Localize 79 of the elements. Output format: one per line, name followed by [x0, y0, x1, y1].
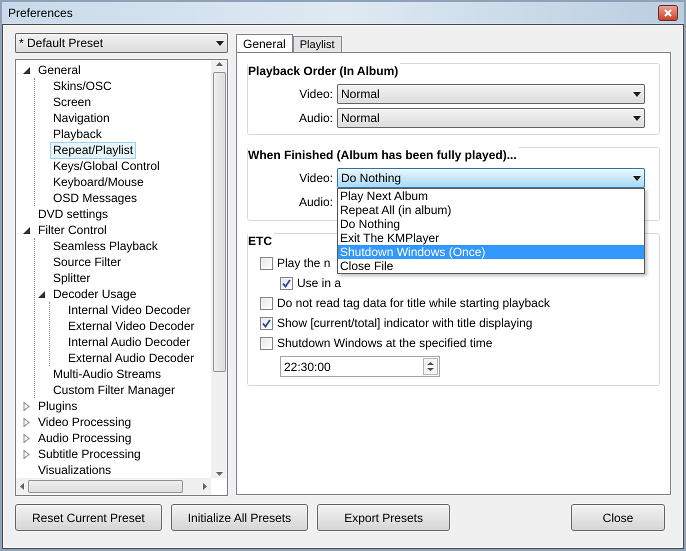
tree-item[interactable]: Video Processing — [35, 414, 134, 430]
tree-item[interactable]: General — [35, 62, 84, 78]
expanded-arrow-icon[interactable] — [38, 290, 44, 298]
checkbox[interactable] — [260, 296, 273, 310]
field-label: Video: — [299, 86, 333, 103]
tree-item[interactable]: Keyboard/Mouse — [50, 174, 147, 190]
tree-item[interactable]: Audio Processing — [35, 430, 134, 446]
checkmark-icon — [262, 318, 271, 328]
close-icon — [664, 9, 672, 17]
dropdown[interactable]: * Default Preset — [15, 33, 228, 53]
dropdown[interactable]: Normal — [337, 84, 645, 104]
dropdown-option[interactable]: Close File — [338, 259, 644, 273]
tree-item[interactable]: Source Filter — [50, 254, 124, 270]
group-title: Playback Order (In Album) — [248, 62, 400, 80]
checkbox-label: Shutdown Windows at the specified time — [277, 335, 492, 352]
dropdown-option[interactable]: Repeat All (in album) — [338, 203, 644, 217]
scroll-left-icon[interactable] — [20, 483, 24, 490]
scroll-thumb[interactable] — [28, 480, 183, 493]
checkbox[interactable] — [260, 256, 273, 270]
spinner-icon[interactable] — [423, 358, 438, 375]
tree-item[interactable]: Subtitle Processing — [35, 446, 144, 462]
tree-item[interactable]: Decoder Usage — [50, 286, 140, 302]
horizontal-scrollbar[interactable] — [16, 478, 211, 495]
checkbox-label: Do not read tag data for title while starting playback — [277, 295, 550, 312]
checkbox[interactable] — [260, 336, 273, 350]
checkbox-label: Play the n — [277, 255, 330, 272]
tree-item[interactable]: Multi-Audio Streams — [50, 366, 164, 382]
checkbox[interactable] — [260, 316, 273, 330]
scroll-thumb[interactable] — [212, 72, 226, 372]
tab[interactable]: General — [236, 34, 293, 53]
tree-item[interactable]: Navigation — [50, 110, 113, 126]
scroll-down-icon[interactable] — [216, 472, 222, 476]
scroll-right-icon[interactable] — [203, 483, 207, 490]
caret-icon — [216, 40, 224, 46]
tree-item[interactable]: Plugins — [35, 398, 80, 414]
tree-item[interactable]: Visualizations — [35, 462, 114, 478]
tree-item[interactable]: Skins/OSC — [50, 78, 115, 94]
scroll-up-icon[interactable] — [216, 62, 222, 66]
tree-item[interactable]: Playback — [50, 126, 105, 142]
close-button[interactable] — [658, 5, 678, 21]
caret-icon — [633, 92, 641, 96]
tree-item[interactable]: DVD settings — [35, 206, 112, 222]
footer-button[interactable]: Initialize All Presets — [170, 504, 308, 531]
tree-item[interactable]: Internal Audio Decoder — [65, 334, 194, 350]
tree-item[interactable]: Screen — [50, 94, 94, 110]
field-label: Audio: — [298, 110, 333, 127]
expanded-arrow-icon[interactable] — [22, 226, 30, 234]
time-field[interactable]: 22:30:00 — [280, 356, 440, 377]
dropdown[interactable]: Do Nothing — [337, 168, 645, 188]
footer-button[interactable]: Reset Current Preset — [15, 504, 162, 531]
tree-item[interactable]: Custom Filter Manager — [50, 382, 178, 398]
tab[interactable]: Playlist — [292, 36, 342, 52]
dropdown-option[interactable]: Play Next Album — [338, 189, 644, 203]
dropdown[interactable]: Normal — [337, 108, 645, 128]
tree-item[interactable]: Internal Video Decoder — [65, 302, 194, 318]
tree-item[interactable]: External Audio Decoder — [65, 350, 198, 366]
tree-item[interactable]: OSD Messages — [50, 190, 140, 206]
caret-icon — [633, 176, 641, 180]
dropdown-option[interactable]: Do Nothing — [338, 217, 644, 231]
field-label: Audio: — [298, 194, 333, 211]
field-label: Video: — [299, 170, 333, 187]
checkmark-icon — [282, 278, 291, 288]
caret-icon — [633, 116, 641, 120]
tree-item[interactable]: Repeat/Playlist — [50, 142, 136, 158]
window-title: Preferences — [8, 5, 73, 22]
checkbox-label: Show [current/total] indicator with title displaying — [277, 315, 532, 332]
tree-item[interactable]: Splitter — [50, 270, 94, 286]
tree-item[interactable]: External Video Decoder — [65, 318, 198, 334]
tree-item[interactable]: Seamless Playback — [50, 238, 161, 254]
checkbox[interactable] — [280, 276, 293, 290]
dropdown-option[interactable]: Exit The KMPlayer — [338, 231, 644, 245]
checkbox-label: Use in a — [297, 275, 342, 292]
close-dialog-button[interactable]: Close — [571, 504, 665, 531]
group-title: When Finished (Album has been fully played)... — [248, 146, 519, 164]
footer-button[interactable]: Export Presets — [317, 504, 450, 531]
expanded-arrow-icon[interactable] — [22, 66, 30, 74]
tree-item[interactable]: Filter Control — [35, 222, 110, 238]
tree-item[interactable]: Keys/Global Control — [50, 158, 163, 174]
vertical-scrollbar[interactable] — [211, 60, 227, 478]
